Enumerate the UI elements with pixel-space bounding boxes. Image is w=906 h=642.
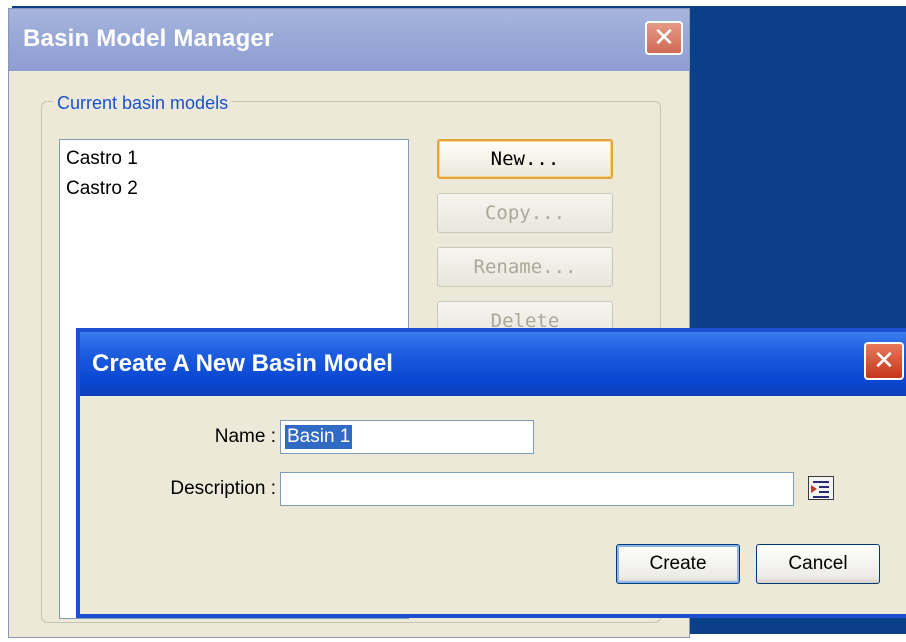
name-input-value: Basin 1	[285, 425, 353, 449]
name-input[interactable]: Basin 1	[280, 420, 534, 454]
list-item-castro-2[interactable]: Castro 2	[66, 178, 138, 200]
browse-icon-line	[813, 481, 829, 483]
new-button[interactable]: New...	[437, 139, 613, 179]
create-basin-model-dialog: Create A New Basin Model ✕ Name : Basin …	[76, 328, 906, 618]
image-border-top	[0, 0, 906, 6]
browse-icon-line	[819, 491, 829, 493]
dialog-title: Create A New Basin Model	[92, 350, 393, 377]
dialog-close-button[interactable]: ✕	[864, 342, 904, 380]
dialog-title-bar[interactable]: Create A New Basin Model ✕	[80, 332, 906, 396]
manager-title-bar[interactable]: Basin Model Manager ✕	[9, 9, 689, 71]
manager-title: Basin Model Manager	[23, 25, 274, 52]
description-label: Description :	[170, 478, 276, 499]
browse-icon-line	[813, 496, 829, 498]
copy-button[interactable]: Copy...	[437, 193, 613, 233]
browse-icon-line	[819, 486, 829, 488]
browse-description-icon[interactable]	[808, 476, 834, 500]
current-models-group-label: Current basin models	[53, 93, 233, 114]
description-input[interactable]	[280, 472, 794, 506]
create-button[interactable]: Create	[616, 544, 740, 584]
list-item-castro-1[interactable]: Castro 1	[66, 148, 138, 170]
browse-icon-arrow	[811, 485, 817, 493]
manager-close-button[interactable]: ✕	[645, 21, 683, 55]
name-label: Name :	[214, 426, 276, 447]
close-icon: ✕	[873, 346, 895, 376]
rename-button[interactable]: Rename...	[437, 247, 613, 287]
close-icon: ✕	[653, 23, 675, 53]
cancel-button[interactable]: Cancel	[756, 544, 880, 584]
